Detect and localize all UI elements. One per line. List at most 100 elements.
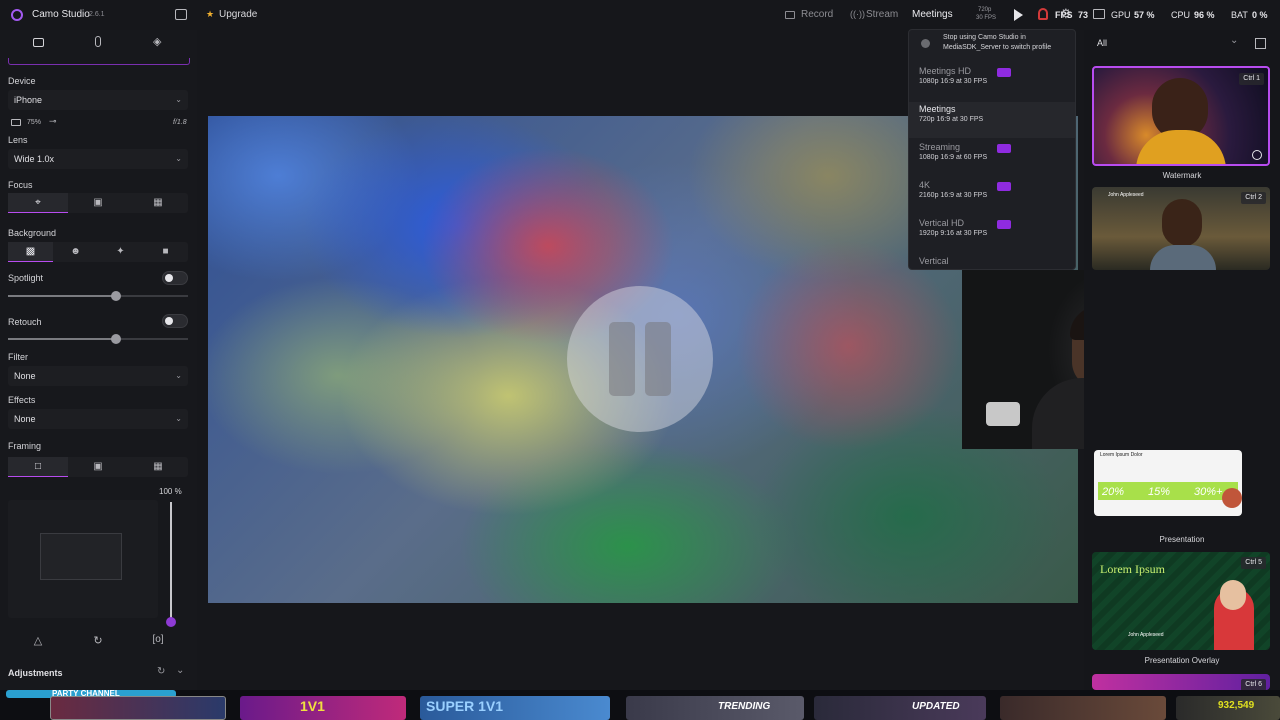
adjustments-header[interactable]: Adjustments ↻ ⌄	[0, 663, 197, 683]
zoom-value: 75%	[27, 119, 42, 126]
profile-option-streaming[interactable]: Streaming 1080p 16:9 at 60 FPS	[909, 140, 1075, 176]
grid-view-icon[interactable]	[1255, 38, 1266, 49]
profile-option-vertical-hd[interactable]: Vertical HD 1920p 9:16 at 30 FPS	[909, 216, 1075, 252]
taskbar-tile[interactable]: SUPER 1V1	[420, 696, 610, 720]
microphone-icon[interactable]	[95, 36, 101, 47]
record-button[interactable]: Record	[801, 0, 833, 30]
scene-watermark[interactable]: Ctrl 1	[1092, 66, 1270, 166]
camo-studio-window: Camo Studio 2.6.1 ★ Upgrade Record ((·))…	[0, 0, 1280, 720]
taskbar-tile[interactable]	[1000, 696, 1166, 720]
sidebar-tabs: ◈	[0, 30, 197, 56]
scene-shortcut: Ctrl 6	[1241, 679, 1266, 690]
notification-icon[interactable]	[1038, 8, 1048, 20]
camo-logo-icon	[11, 9, 23, 21]
scene-title: Lorem Ipsum	[1100, 562, 1165, 576]
filter-select[interactable]: None ⌄	[8, 366, 188, 386]
background-replace-icon[interactable]: ■	[143, 242, 188, 262]
spotlight-slider[interactable]	[8, 291, 188, 301]
stat-1: 20%	[1102, 486, 1125, 498]
play-icon[interactable]	[1014, 9, 1023, 21]
framing-center-icon[interactable]: ▦	[128, 457, 188, 477]
profile-option-meetings[interactable]: Meetings 720p 16:9 at 30 FPS	[909, 102, 1075, 138]
display-icon[interactable]	[1093, 9, 1105, 19]
framing-viewport[interactable]	[40, 533, 122, 580]
usb-icon: ⊸	[49, 116, 57, 126]
taskbar-tile[interactable]: 1V1	[240, 696, 406, 720]
scene-filter-value[interactable]: All	[1097, 38, 1107, 48]
background-label: Background	[8, 228, 57, 238]
pause-icon[interactable]	[567, 286, 713, 432]
effects-select[interactable]: None ⌄	[8, 409, 188, 429]
record-icon	[785, 11, 795, 19]
framing-manual-icon[interactable]: □	[8, 457, 68, 477]
focus-manual-icon[interactable]: ▦	[128, 193, 188, 213]
focus-mode-selector: ⌖ ▣ ▦	[8, 193, 188, 213]
video-camera-icon[interactable]	[33, 38, 44, 47]
rotate-icon[interactable]: ↻	[68, 634, 128, 654]
focus-face-icon[interactable]: ▣	[68, 193, 128, 213]
lens-label: Lens	[8, 135, 28, 145]
taskbar-tile[interactable]: TRENDING	[626, 696, 804, 720]
taskbar-tile[interactable]: 932,549	[1176, 696, 1280, 720]
pro-badge	[997, 144, 1011, 153]
scenes-panel: All ⌄ Ctrl 1 Watermark John Appleseed Ct…	[1084, 30, 1280, 690]
device-value: iPhone	[14, 95, 43, 105]
scene-name: John Appleseed	[1128, 632, 1164, 638]
framing-tools: △ ↻ [o]	[8, 634, 188, 654]
taskbar: PARTY CHANNEL 1V1 SUPER 1V1 TRENDING UPD…	[0, 690, 1280, 720]
fit-icon[interactable]: [o]	[128, 634, 188, 654]
device-label: Device	[8, 76, 36, 86]
profile-res: 720p	[978, 7, 992, 13]
scene-presentation[interactable]: Lorem Ipsum Dolor 20% 15% 30%+	[1094, 450, 1242, 516]
sidebar-toggle-icon[interactable]	[175, 9, 187, 20]
zoom-slider-track[interactable]	[170, 502, 172, 622]
spotlight-toggle[interactable]	[162, 271, 188, 285]
focus-auto-icon[interactable]: ⌖	[8, 193, 68, 213]
chevron-down-icon[interactable]: ⌄	[1230, 35, 1238, 46]
stream-button[interactable]: Stream	[866, 0, 898, 30]
pro-badge	[997, 68, 1011, 77]
taskbar-tile[interactable]	[50, 696, 226, 720]
retouch-toggle[interactable]	[162, 314, 188, 328]
focus-label: Focus	[8, 180, 33, 190]
scene-shortcut: Ctrl 2	[1241, 192, 1266, 204]
scene-2[interactable]: John Appleseed Ctrl 2	[1092, 187, 1270, 270]
profile-option-4k[interactable]: 4K 2160p 16:9 at 30 FPS	[909, 178, 1075, 214]
scene-presentation-overlay[interactable]: Lorem Ipsum John Appleseed Ctrl 5	[1092, 552, 1270, 650]
background-none-icon[interactable]: ▩	[8, 242, 53, 262]
reset-icon[interactable]: ↻	[157, 666, 165, 677]
profile-option-vertical[interactable]: Vertical	[909, 254, 1075, 269]
framing-mode-selector: □ ▣ ▦	[8, 457, 188, 477]
profile-option-sub: 2160p 16:9 at 30 FPS	[919, 192, 988, 199]
framing-auto-icon[interactable]: ▣	[68, 457, 128, 477]
taskbar-tile[interactable]: UPDATED	[814, 696, 986, 720]
zoom-slider-thumb[interactable]	[166, 617, 176, 627]
scene-settings-icon[interactable]	[1252, 150, 1262, 160]
background-effect-icon[interactable]: ✦	[98, 242, 143, 262]
scene-6[interactable]: Ctrl 6	[1092, 674, 1270, 690]
stat-2: 15%	[1148, 486, 1171, 498]
mirror-icon[interactable]: △	[8, 634, 68, 654]
spotlight-label: Spotlight	[8, 273, 44, 283]
active-tab-indicator	[8, 58, 190, 65]
profile-option-sub: 1920p 9:16 at 30 FPS	[919, 230, 988, 237]
lens-select[interactable]: Wide 1.0x ⌄	[8, 149, 188, 169]
upgrade-button[interactable]: Upgrade	[219, 0, 257, 30]
framing-pad[interactable]	[8, 500, 158, 618]
profile-button[interactable]: Meetings	[912, 0, 953, 30]
device-select[interactable]: iPhone ⌄	[8, 90, 188, 110]
stat-3: 30%+	[1194, 486, 1223, 498]
pro-badge	[997, 182, 1011, 191]
chevron-down-icon[interactable]: ⌄	[176, 665, 184, 676]
profile-option-meetings-hd[interactable]: Meetings HD 1080p 16:9 at 30 FPS	[909, 64, 1075, 100]
filter-label: Filter	[8, 352, 28, 362]
profile-option-title: Vertical HD	[919, 218, 965, 228]
layers-icon[interactable]: ◈	[153, 35, 161, 48]
effects-label: Effects	[8, 395, 36, 405]
chevron-down-icon: ⌄	[175, 371, 182, 380]
retouch-slider[interactable]	[8, 334, 188, 344]
retouch-label: Retouch	[8, 317, 42, 327]
background-blur-icon[interactable]: ☻	[53, 242, 98, 262]
gpu-label: GPU	[1111, 10, 1131, 20]
info-icon	[921, 39, 930, 48]
